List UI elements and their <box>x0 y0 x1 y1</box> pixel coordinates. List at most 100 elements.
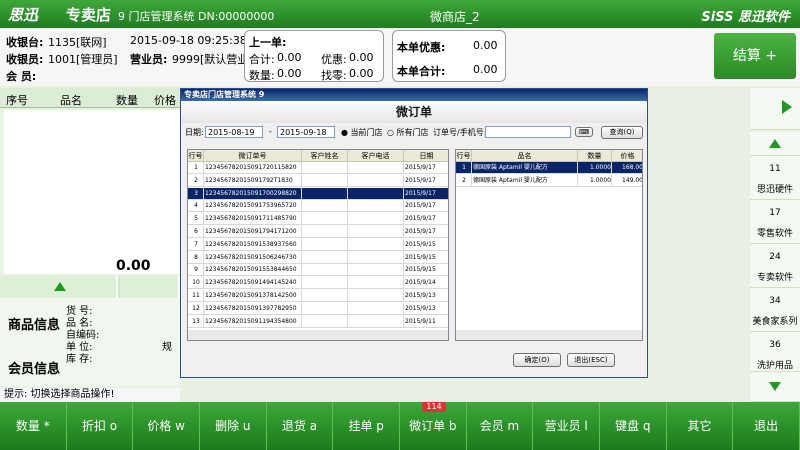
grid-down-button[interactable] <box>120 276 180 298</box>
discount-button[interactable]: 折扣 o <box>67 402 134 450</box>
salesperson-button[interactable]: 营业员 l <box>533 402 600 450</box>
category-num: 34 <box>769 296 781 306</box>
order-cell-date: 2015/9/15 <box>404 252 448 264</box>
order-cell-date: 2015/9/17 <box>404 213 448 225</box>
col-phone: 客户电话 <box>348 150 404 162</box>
shop-name: 微商店_2 <box>430 10 480 24</box>
price-button[interactable]: 价格 w <box>133 402 200 450</box>
order-row[interactable]: 4 123456782015091753965720 2015/9/17 <box>188 200 448 213</box>
order-cell-id: 123456782015091494145240 <box>204 277 302 290</box>
item-cell-qty: 1.0000 <box>578 162 612 174</box>
item-table-hscroll[interactable] <box>456 330 642 340</box>
cashier-value: 1135[联网] <box>48 36 107 49</box>
radio-all-stores[interactable]: ○ 所有门店 <box>387 127 429 138</box>
cur-discount-label: 本单优惠: <box>397 41 446 54</box>
delete-button[interactable]: 删除 u <box>200 402 267 450</box>
other-button[interactable]: 其它 <box>667 402 734 450</box>
order-cell-id: 123456782015091700298820 <box>204 187 302 200</box>
category-item-5[interactable]: 36 洗护用品 <box>750 332 800 372</box>
radio-current-label: 当前门店 <box>350 128 383 137</box>
category-num: 17 <box>769 208 781 218</box>
panel-scroll-right[interactable] <box>750 88 800 130</box>
category-item-2[interactable]: 17 零售软件 <box>750 200 800 244</box>
category-item-4[interactable]: 34 美食家系列 <box>750 288 800 332</box>
order-cell-id: 123456782015091194354800 <box>204 315 302 328</box>
order-row[interactable]: 7 123456782015091538937560 2015/9/15 <box>188 238 448 251</box>
order-cell-name <box>302 315 348 328</box>
order-row[interactable]: 11 123456782015091378142500 2015/9/13 <box>188 290 448 302</box>
date-separator: - <box>269 127 272 136</box>
sales-grid[interactable] <box>4 110 180 274</box>
order-cell-phone <box>348 315 404 328</box>
keyboard-icon[interactable]: ⌨ <box>575 127 593 137</box>
order-cell-name <box>302 162 348 174</box>
category-name: 专卖软件 <box>756 273 793 283</box>
query-button[interactable]: 查询(Q) <box>601 126 643 139</box>
order-item-row[interactable]: 1 德国原装 Aptamil 婴儿配方 1.0000 168.00 <box>456 162 642 174</box>
order-item-table[interactable]: 行号 品名 数量 价格 1 德国原装 Aptamil 婴儿配方 1.0000 168.… <box>455 149 643 341</box>
order-cell-n: 4 <box>188 200 204 213</box>
item-cell-qty: 1.0000 <box>578 174 612 187</box>
order-cell-id: 123456782015091378142500 <box>204 290 302 302</box>
ok-button[interactable]: 确定(O) <box>513 353 561 367</box>
arrow-down-icon <box>769 382 781 391</box>
grid-up-button[interactable] <box>0 276 118 298</box>
product-info-title: 商品信息 <box>8 318 61 333</box>
order-row[interactable]: 9 123456782015091553844650 2015/9/15 <box>188 264 448 277</box>
keyboard-button[interactable]: 键盘 q <box>600 402 667 450</box>
system-name: 9 门店管理系统 DN:00000000 <box>118 10 275 23</box>
category-num: 24 <box>769 252 781 262</box>
order-cell-n: 13 <box>188 315 204 328</box>
order-search-input[interactable] <box>485 126 571 138</box>
order-row[interactable]: 5 123456782015091711485790 2015/9/17 <box>188 213 448 226</box>
order-cell-date: 2015/9/13 <box>404 290 448 302</box>
order-cell-name <box>302 264 348 277</box>
product-spec-label: 规 <box>162 342 172 353</box>
category-item-3[interactable]: 24 专卖软件 <box>750 244 800 288</box>
radio-current-store[interactable]: ● 当前门店 <box>341 127 383 138</box>
operator-label: 收银员: <box>6 53 44 66</box>
order-cell-date: 2015/9/17 <box>404 162 448 174</box>
order-row[interactable]: 1 123456782015091720115820 2015/9/17 <box>188 162 448 174</box>
order-cell-n: 1 <box>188 162 204 174</box>
order-cell-name <box>302 187 348 200</box>
order-cell-date: 2015/9/17 <box>404 175 448 187</box>
panel-down-button[interactable] <box>750 372 800 402</box>
order-row[interactable]: 6 123456782015091794171200 2015/9/17 <box>188 226 448 238</box>
order-cell-name <box>302 302 348 315</box>
return-button[interactable]: 退货 a <box>267 402 334 450</box>
order-cell-date: 2015/9/15 <box>404 264 448 276</box>
category-item-1[interactable]: 11 思迅硬件 <box>750 156 800 200</box>
date-to-input[interactable]: 2015-09-18 <box>277 126 335 138</box>
qty-button[interactable]: 数量 * <box>0 402 67 450</box>
datetime: 2015-09-18 09:25:38 <box>130 34 247 47</box>
dialog-exit-button[interactable]: 退出(ESC) <box>567 353 615 367</box>
order-cell-phone <box>348 200 404 213</box>
col-price: 价格 <box>154 94 176 107</box>
order-table[interactable]: 行号 微订单号 客户姓名 客户电话 日期 1 123456782015091720… <box>187 149 449 341</box>
hold-button[interactable]: 挂单 p <box>333 402 400 450</box>
exit-button[interactable]: 退出 <box>733 402 800 450</box>
member-button[interactable]: 会员 m <box>467 402 534 450</box>
item-cell-n: 2 <box>456 174 472 187</box>
cur-total-label: 本单合计: <box>397 65 446 78</box>
order-row[interactable]: 13 123456782015091194354800 2015/9/11 <box>188 315 448 328</box>
order-row[interactable]: 12 123456782015091397782950 2015/9/13 <box>188 302 448 315</box>
col-line: 行号 <box>188 150 204 162</box>
brand-logo: SiSS 思迅软件 <box>701 10 790 25</box>
last-order-title: 上一单: <box>249 36 287 49</box>
col-qty: 数量 <box>116 94 138 107</box>
order-cell-n: 9 <box>188 264 204 277</box>
order-cell-n: 3 <box>188 187 204 200</box>
col-date: 日期 <box>404 150 448 162</box>
order-row[interactable]: 3 123456782015091700298820 2015/9/17 <box>188 187 448 200</box>
order-item-row[interactable]: 2 德国原装 Aptamil 婴儿配方 1.0000 149.00 <box>456 174 642 187</box>
order-cell-name <box>302 213 348 226</box>
order-row[interactable]: 2 123456782015091792T1830 2015/9/17 <box>188 174 448 187</box>
order-row[interactable]: 10 123456782015091494145240 2015/9/14 <box>188 277 448 290</box>
panel-up-button[interactable] <box>750 132 800 156</box>
order-table-hscroll[interactable] <box>188 330 448 340</box>
settle-button[interactable]: 结算 + <box>714 33 796 79</box>
date-from-input[interactable]: 2015-08-19 <box>205 126 263 138</box>
order-row[interactable]: 8 123456782015091506246730 2015/9/15 <box>188 251 448 264</box>
